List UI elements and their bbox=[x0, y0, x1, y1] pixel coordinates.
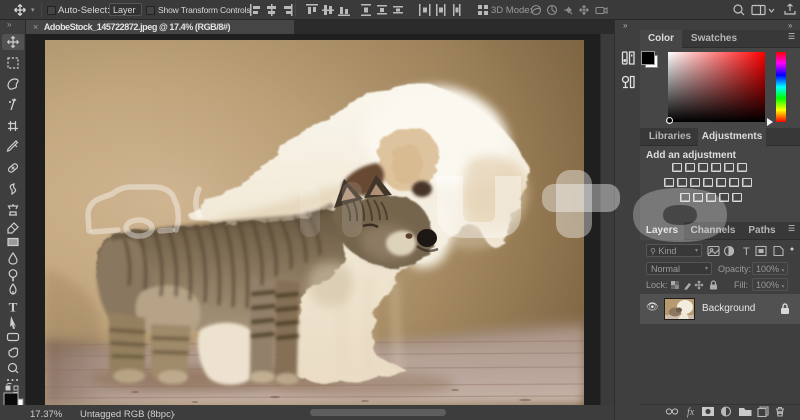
svg-text:T: T bbox=[743, 246, 750, 258]
svg-text:T: T bbox=[9, 300, 18, 315]
svg-text:fx: fx bbox=[687, 407, 695, 418]
